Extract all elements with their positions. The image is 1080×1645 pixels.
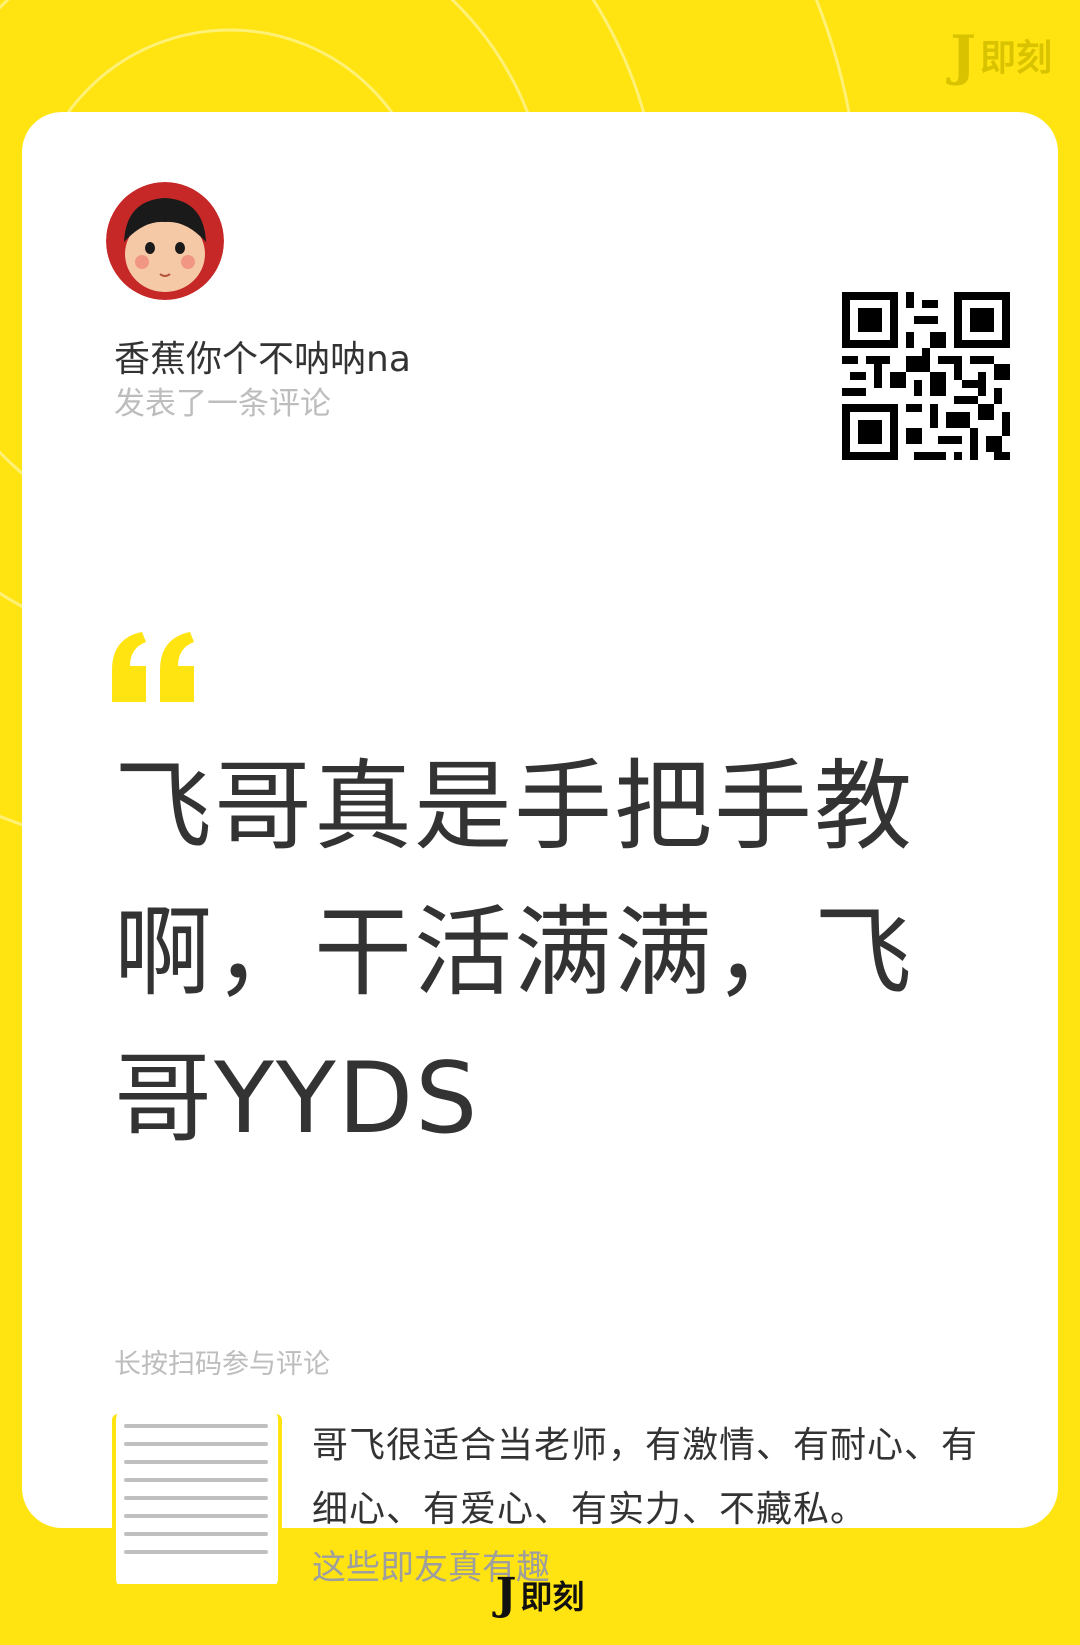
brand-name: 即刻 — [979, 38, 1052, 79]
scan-hint: 长按扫码参与评论 — [114, 1349, 330, 1380]
qr-code-icon — [842, 292, 1010, 460]
share-card: 香蕉你个不呐呐na 发表了一条评论 飞哥真是手把手教啊，干活满满，飞哥YYDS … — [22, 112, 1058, 1588]
author-action: 发表了一条评论 — [114, 386, 331, 422]
original-post-thumbnail[interactable] — [112, 1414, 282, 1584]
top-brand-logo: J 即刻 — [950, 28, 1052, 82]
original-post-text[interactable]: 哥飞很适合当老师，有激情、有耐心、有细心、有爱心、有实力、不藏私。 — [312, 1414, 1002, 1542]
comment-text: 飞哥真是手把手教啊，干活满满，飞哥YYDS — [114, 750, 915, 1156]
avatar-icon — [106, 182, 224, 300]
quote-mark-icon — [112, 632, 194, 702]
brand-j-icon: J — [950, 23, 976, 87]
author-name[interactable]: 香蕉你个不呐呐na — [114, 330, 411, 382]
brand-name: 即刻 — [520, 1578, 585, 1616]
bottom-brand-logo: J 即刻 — [0, 1572, 1080, 1618]
brand-j-icon: J — [495, 1569, 517, 1620]
avatar[interactable] — [106, 182, 224, 300]
